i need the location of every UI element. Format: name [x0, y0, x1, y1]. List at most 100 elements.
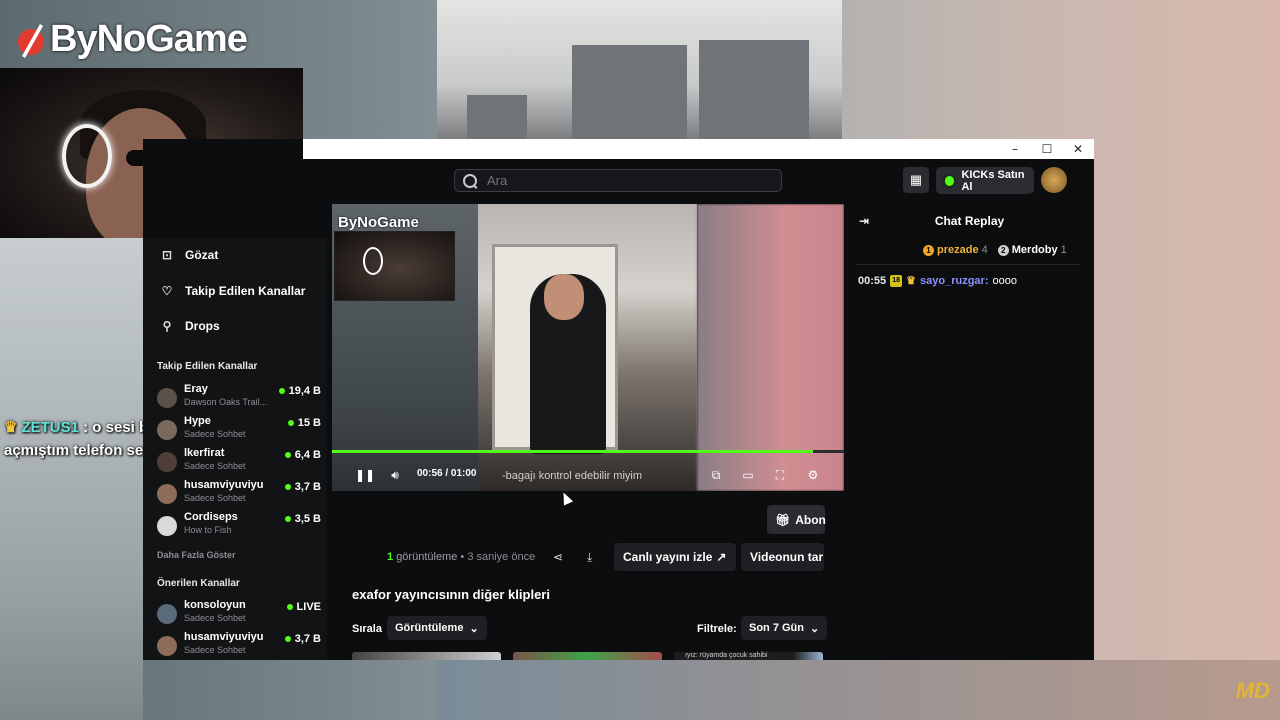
- fullscreen-icon[interactable]: ⛶: [772, 467, 788, 483]
- channel-name: Eray: [184, 383, 208, 395]
- channel-category: Sadece Sohbet: [184, 493, 246, 503]
- video-timestamp-button[interactable]: Videonun tar: [741, 543, 824, 571]
- building: [699, 40, 809, 140]
- filter-dropdown[interactable]: Son 7 Gün ⌄: [741, 616, 828, 640]
- headphone-ring: [363, 247, 383, 275]
- compass-icon: ⊡: [161, 248, 173, 262]
- clip-thumbnail-text: ıyız: rüyamda çocuk sahibi: [685, 652, 768, 659]
- channel-item[interactable]: husamviyuviyu Sadece Sohbet 3,7 B: [157, 479, 321, 507]
- gifter-name: Merdoby: [1011, 244, 1058, 256]
- live-dot-icon: [284, 452, 291, 458]
- buy-kicks-label: KICKs Satın Al: [961, 168, 1025, 193]
- live-dot-icon: [286, 604, 293, 610]
- divider: [857, 264, 1079, 265]
- collapse-chat-icon[interactable]: ⇥: [859, 214, 869, 228]
- crown-icon: ♛: [4, 419, 18, 436]
- store-icon: ▦: [909, 172, 923, 187]
- share-icon[interactable]: ⋖: [553, 550, 563, 564]
- channel-item[interactable]: konsoloyun Sadece Sohbet LIVE: [157, 599, 321, 627]
- drops-icon: ⚲: [162, 319, 172, 333]
- channel-avatar: [157, 452, 177, 472]
- gifter-count: 1: [1060, 244, 1067, 256]
- channel-item[interactable]: husamviyuviyu Sadece Sohbet 3,7 B: [157, 631, 321, 659]
- viewer-count: 3,7 B: [294, 481, 321, 493]
- rank-badge: 1: [923, 245, 934, 256]
- nav-drops[interactable]: ⚲ Drops: [161, 316, 220, 336]
- watch-live-label: Canlı yayını izle: [623, 550, 713, 564]
- search-input[interactable]: [485, 172, 749, 189]
- window-titlebar: – ☐ ✕: [303, 139, 1094, 159]
- video-progress-bar[interactable]: [332, 450, 844, 453]
- view-label: görüntüleme: [396, 551, 458, 563]
- crown-icon: ♛: [906, 275, 917, 287]
- top-gifters: 1 prezade 4 2 Merdoby 1: [923, 244, 1067, 256]
- chevron-down-icon: ⌄: [810, 622, 820, 635]
- video-controls: ❚❚ 🔊︎ 00:56 / 01:00 ⧉ ▭ ⛶ ⚙: [332, 460, 844, 490]
- channel-name: konsoloyun: [184, 599, 246, 611]
- pip-icon[interactable]: ⧉: [708, 467, 724, 483]
- video-progress-fill: [332, 450, 814, 453]
- channel-viewers: 6,4 B: [284, 449, 321, 461]
- pause-icon[interactable]: ❚❚: [355, 467, 375, 483]
- close-button[interactable]: ✕: [1063, 141, 1093, 157]
- subscribe-button[interactable]: 🎁︎ Abon: [767, 505, 826, 534]
- gifter-item[interactable]: 2 Merdoby 1: [997, 244, 1067, 256]
- download-icon[interactable]: ⤓: [587, 550, 592, 565]
- gifter-item[interactable]: 1 prezade 4: [923, 244, 988, 256]
- channel-name: Cordiseps: [184, 511, 238, 523]
- channel-avatar: [157, 484, 177, 504]
- sort-dropdown[interactable]: Görüntüleme ⌄: [387, 616, 487, 640]
- live-dot-icon: [284, 636, 291, 642]
- heart-icon: ♡: [161, 284, 173, 298]
- channel-name: husamviyuviyu: [184, 479, 264, 491]
- nav-browse-label: Gözat: [185, 248, 219, 262]
- channel-item[interactable]: Eray Dawson Oaks Trail... 19,4 B: [157, 383, 321, 411]
- nav-browse[interactable]: ⊡ Gözat: [161, 245, 218, 265]
- gift-icon: 🎁︎: [775, 512, 791, 527]
- channel-watermark: MD: [1235, 678, 1270, 703]
- chat-title: Chat Replay: [934, 214, 1005, 228]
- theater-mode-icon[interactable]: ▭: [740, 467, 756, 483]
- channel-avatar: [157, 604, 177, 624]
- video-player[interactable]: ByNoGame -bagajı kontrol edebilir miyim …: [332, 204, 844, 491]
- message-user[interactable]: sayo_ruzgar:: [920, 275, 988, 287]
- minimize-button[interactable]: –: [1000, 141, 1030, 157]
- settings-icon[interactable]: ⚙: [805, 467, 821, 483]
- live-label: LIVE: [296, 601, 321, 613]
- buy-kicks-button[interactable]: KICKs Satın Al: [936, 167, 1034, 194]
- user-avatar[interactable]: [1041, 167, 1067, 193]
- channel-viewers: LIVE: [286, 601, 321, 613]
- sort-value: Görüntüleme: [395, 622, 464, 634]
- channel-name: lkerfirat: [184, 447, 225, 459]
- external-link-icon: ↗: [716, 550, 727, 564]
- headphone-ring: [62, 124, 112, 188]
- channel-item[interactable]: Cordiseps How to Fish 3,5 B: [157, 511, 321, 539]
- search-box[interactable]: [454, 169, 782, 192]
- channel-category: How to Fish: [184, 525, 232, 535]
- channel-avatar: [157, 636, 177, 656]
- clip-thumbnail[interactable]: [352, 652, 501, 660]
- other-clips-title: exafor yayıncısının diğer klipleri: [352, 587, 550, 602]
- search-icon: [463, 173, 477, 188]
- clip-thumbnail[interactable]: [513, 652, 662, 660]
- recommended-channels-title: Önerilen Kanallar: [157, 578, 240, 589]
- nav-following-label: Takip Edilen Kanallar: [185, 284, 306, 298]
- video-webcam-overlay: ByNoGame: [334, 214, 455, 301]
- channel-category: Sadece Sohbet: [184, 461, 246, 471]
- channel-item[interactable]: Hype Sadece Sohbet 15 B: [157, 415, 321, 443]
- store-button[interactable]: ▦: [903, 167, 929, 193]
- channel-viewers: 3,5 B: [284, 513, 321, 525]
- current-time: 00:56: [417, 468, 443, 479]
- show-more-link[interactable]: Daha Fazla Göster: [157, 550, 236, 560]
- subscribe-label: Abon: [795, 512, 826, 527]
- nav-following[interactable]: ♡ Takip Edilen Kanallar: [161, 281, 306, 301]
- kick-app-window: – ☐ ✕ ▦ KICKs Satın Al ⊡ Gözat ♡ Takip E…: [143, 139, 1094, 660]
- maximize-button[interactable]: ☐: [1032, 141, 1062, 157]
- stream-background-city: [437, 0, 842, 140]
- volume-icon[interactable]: 🔊︎: [387, 467, 403, 483]
- watch-live-button[interactable]: Canlı yayını izle ↗: [614, 543, 736, 571]
- channel-item[interactable]: lkerfirat Sadece Sohbet 6,4 B: [157, 447, 321, 475]
- message-timestamp: 00:55: [858, 274, 887, 287]
- sort-label: Sırala: [352, 623, 382, 635]
- kicks-icon: [943, 173, 957, 188]
